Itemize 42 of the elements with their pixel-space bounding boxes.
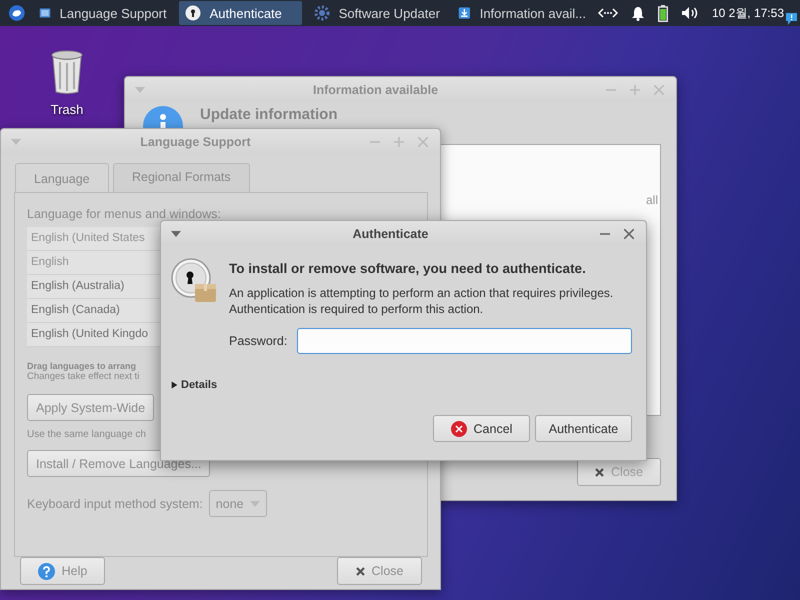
hint-text: Use the same language ch [27, 429, 146, 440]
text-fragment: all [646, 193, 658, 207]
window-title: Authenticate [352, 226, 430, 240]
message-text: An application is attempting to perform an action that requires privileges. [229, 285, 614, 301]
network-icon[interactable] [598, 7, 618, 19]
dialog-heading: To install or remove software, you need to authenticate. [229, 261, 587, 276]
taskbar-button[interactable]: Authenticate [178, 1, 302, 25]
clock[interactable]: 10 2월, 17:53 [712, 4, 784, 22]
close-icon [356, 566, 365, 576]
message-text: Authentication is required to perform this action. [229, 301, 484, 317]
notification-icon[interactable] [785, 12, 798, 26]
window-menu-icon[interactable] [171, 230, 181, 236]
download-icon [458, 5, 471, 21]
volume-icon[interactable] [680, 6, 699, 20]
trash-icon[interactable] [50, 50, 84, 94]
close-icon [595, 468, 604, 476]
hint-text: Changes take effect next ti [27, 371, 140, 382]
heading: Update information [200, 106, 338, 123]
cancel-button[interactable]: Cancel [433, 415, 530, 442]
password-field[interactable] [297, 328, 632, 354]
bell-icon[interactable] [630, 6, 645, 20]
expander-arrow-icon [171, 380, 178, 390]
cancel-icon [450, 420, 467, 436]
info-icon [143, 106, 183, 128]
authenticate-button[interactable]: Authenticate [535, 415, 632, 442]
password-label: Password: [229, 334, 288, 348]
padlock-icon [171, 258, 217, 304]
help-icon [38, 562, 55, 580]
keyhole-icon [184, 5, 201, 21]
input-method-label: Keyboard input method system: [27, 496, 203, 510]
battery-icon[interactable] [658, 4, 668, 22]
window-title: Information available [312, 82, 440, 96]
details-expander[interactable]: Details [171, 379, 218, 391]
taskbar-button[interactable]: Information avail... [452, 1, 592, 25]
gear-icon [314, 5, 330, 21]
window-title: Language Support [139, 134, 252, 148]
close-icon[interactable] [624, 228, 634, 238]
hint-text: Drag languages to arrang [27, 361, 136, 371]
taskbar-button[interactable]: Language Support [32, 1, 173, 25]
list-label: Language for menus and windows: [27, 207, 221, 221]
desktop-icon-label[interactable]: Trash [50, 102, 84, 117]
taskbar-button[interactable]: Software Updater [308, 1, 446, 25]
